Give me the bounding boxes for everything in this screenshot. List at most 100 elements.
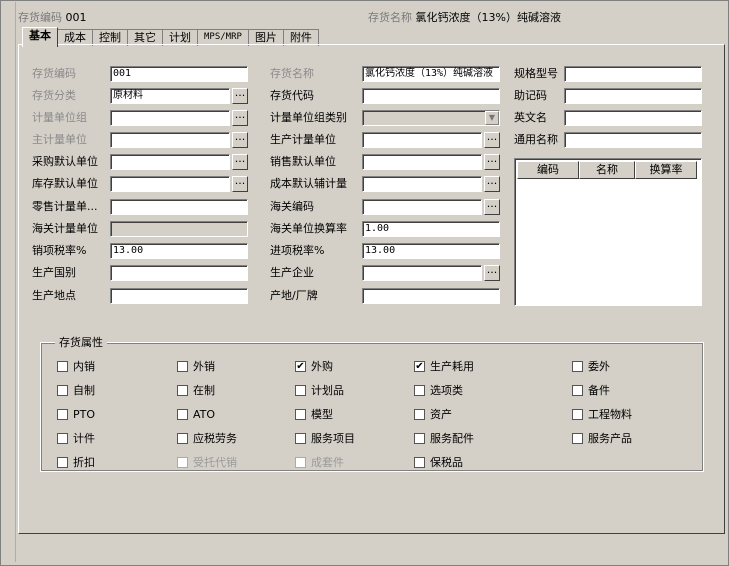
attr-checkbox-label: 选项类 [430, 384, 463, 397]
customs-code-browse-button[interactable]: ... [484, 198, 500, 215]
checkbox-unchecked-icon[interactable] [572, 408, 583, 420]
checkbox-unchecked-icon[interactable] [177, 360, 188, 372]
spec-label: 规格型号 [514, 67, 558, 80]
checkbox-unchecked-icon[interactable] [57, 432, 68, 444]
checkbox-unchecked-icon[interactable] [295, 432, 306, 444]
purchase-tax-label: 进项税率% [270, 244, 325, 257]
prod-unit-input[interactable] [362, 132, 482, 148]
stock-unit-browse-button[interactable]: ... [232, 175, 248, 192]
manufacturer-browse-button[interactable]: ... [484, 264, 500, 281]
checkbox-unchecked-icon[interactable] [57, 408, 68, 420]
attr-checkbox[interactable]: 备件 [572, 384, 610, 398]
attr-checkbox[interactable]: 资产 [414, 408, 452, 422]
attr-checkbox-label: 内销 [73, 360, 95, 373]
attr-checkbox[interactable]: ✔ 生产耗用 [414, 360, 474, 374]
attr-checkbox[interactable]: 服务产品 [572, 432, 632, 446]
attr-checkbox[interactable]: 服务项目 [295, 432, 355, 446]
checkbox-checked-icon[interactable]: ✔ [414, 360, 425, 372]
attr-checkbox-label: 生产耗用 [430, 360, 474, 373]
unit-group-input[interactable] [110, 110, 230, 126]
english-name-input[interactable] [564, 110, 702, 126]
checkbox-unchecked-icon[interactable] [414, 456, 425, 468]
checkbox-unchecked-icon[interactable] [177, 408, 188, 420]
attr-checkbox[interactable]: 选项类 [414, 384, 463, 398]
attr-checkbox-label: 服务配件 [430, 432, 474, 445]
unit-group-type-select[interactable] [362, 110, 500, 126]
attr-checkbox[interactable]: 计划品 [295, 384, 344, 398]
attr-checkbox[interactable]: 折扣 [57, 456, 95, 470]
origin-brand-input[interactable] [362, 288, 500, 304]
checkbox-unchecked-icon[interactable] [414, 384, 425, 396]
attr-checkbox[interactable]: ATO [177, 408, 215, 422]
attr-checkbox[interactable]: ✔ 外购 [295, 360, 333, 374]
inv-class-browse-button[interactable]: ... [232, 87, 248, 104]
inv-class-label: 存货分类 [32, 89, 76, 102]
checkbox-unchecked-icon[interactable] [57, 456, 68, 468]
attr-checkbox[interactable]: 委外 [572, 360, 610, 374]
country-label: 生产国别 [32, 266, 76, 279]
inv-alias-code-input[interactable] [362, 88, 500, 104]
checkbox-unchecked-icon[interactable] [295, 384, 306, 396]
manufacturer-input[interactable] [362, 265, 482, 281]
cost-unit-browse-button[interactable]: ... [484, 175, 500, 192]
sales-tax-input[interactable]: 13.00 [110, 243, 248, 259]
purchase-unit-browse-button[interactable]: ... [232, 153, 248, 170]
inv-name-label: 存货名称 [270, 67, 314, 80]
place-input[interactable] [110, 288, 248, 304]
country-input[interactable] [110, 265, 248, 281]
checkbox-unchecked-icon[interactable] [57, 360, 68, 372]
inv-class-input[interactable]: 原材料 [110, 88, 230, 104]
grid-col-code[interactable]: 编码 [517, 161, 579, 179]
tab-basic[interactable]: 基本 [22, 27, 58, 47]
attr-checkbox-label: 自制 [73, 384, 95, 397]
checkbox-unchecked-icon[interactable] [572, 384, 583, 396]
unit-group-browse-button[interactable]: ... [232, 109, 248, 126]
customs-rate-label: 海关单位换算率 [270, 222, 347, 235]
checkbox-unchecked-icon[interactable] [177, 432, 188, 444]
spec-input[interactable] [564, 66, 702, 82]
attr-checkbox[interactable]: 外销 [177, 360, 215, 374]
attr-checkbox[interactable]: 服务配件 [414, 432, 474, 446]
main-unit-input[interactable] [110, 132, 230, 148]
checkbox-unchecked-icon[interactable] [414, 432, 425, 444]
attr-checkbox[interactable]: 在制 [177, 384, 215, 398]
common-name-input[interactable] [564, 132, 702, 148]
sales-tax-label: 销项税率% [32, 244, 87, 257]
attr-checkbox[interactable]: PTO [57, 408, 95, 422]
unit-grid[interactable]: 编码 名称 换算率 [514, 158, 702, 306]
purchase-tax-input[interactable]: 13.00 [362, 243, 500, 259]
checkbox-unchecked-icon[interactable] [295, 408, 306, 420]
checkbox-unchecked-icon[interactable] [177, 384, 188, 396]
cost-unit-input[interactable] [362, 176, 482, 192]
sales-unit-browse-button[interactable]: ... [484, 153, 500, 170]
attr-checkbox[interactable]: 应税劳务 [177, 432, 237, 446]
stock-unit-input[interactable] [110, 176, 230, 192]
customs-code-input[interactable] [362, 199, 482, 215]
customs-unit-label: 海关计量单位 [32, 222, 98, 235]
attr-checkbox-label: 备件 [588, 384, 610, 397]
retail-unit-input[interactable] [110, 199, 248, 215]
attr-checkbox[interactable]: 自制 [57, 384, 95, 398]
customs-rate-input[interactable]: 1.00 [362, 221, 500, 237]
checkbox-unchecked-icon[interactable] [414, 408, 425, 420]
inv-name-input[interactable]: 氯化钙浓度（13%）纯碱溶液 [362, 66, 500, 82]
main-unit-browse-button[interactable]: ... [232, 131, 248, 148]
sales-unit-input[interactable] [362, 154, 482, 170]
checkbox-unchecked-icon[interactable] [572, 360, 583, 372]
dropdown-arrow-icon[interactable]: ▼ [485, 111, 499, 125]
attr-checkbox[interactable]: 模型 [295, 408, 333, 422]
checkbox-checked-icon[interactable]: ✔ [295, 360, 306, 372]
checkbox-unchecked-icon[interactable] [572, 432, 583, 444]
checkbox-unchecked-icon[interactable] [57, 384, 68, 396]
attr-checkbox[interactable]: 保税品 [414, 456, 463, 470]
prod-unit-browse-button[interactable]: ... [484, 131, 500, 148]
mnemonic-input[interactable] [564, 88, 702, 104]
attr-checkbox[interactable]: 工程物料 [572, 408, 632, 422]
inv-code-input[interactable]: 001 [110, 66, 248, 82]
purchase-unit-input[interactable] [110, 154, 230, 170]
attr-checkbox[interactable]: 计件 [57, 432, 95, 446]
grid-col-rate[interactable]: 换算率 [635, 161, 697, 179]
attr-checkbox-label: 委外 [588, 360, 610, 373]
attr-checkbox[interactable]: 内销 [57, 360, 95, 374]
grid-col-name[interactable]: 名称 [579, 161, 635, 179]
